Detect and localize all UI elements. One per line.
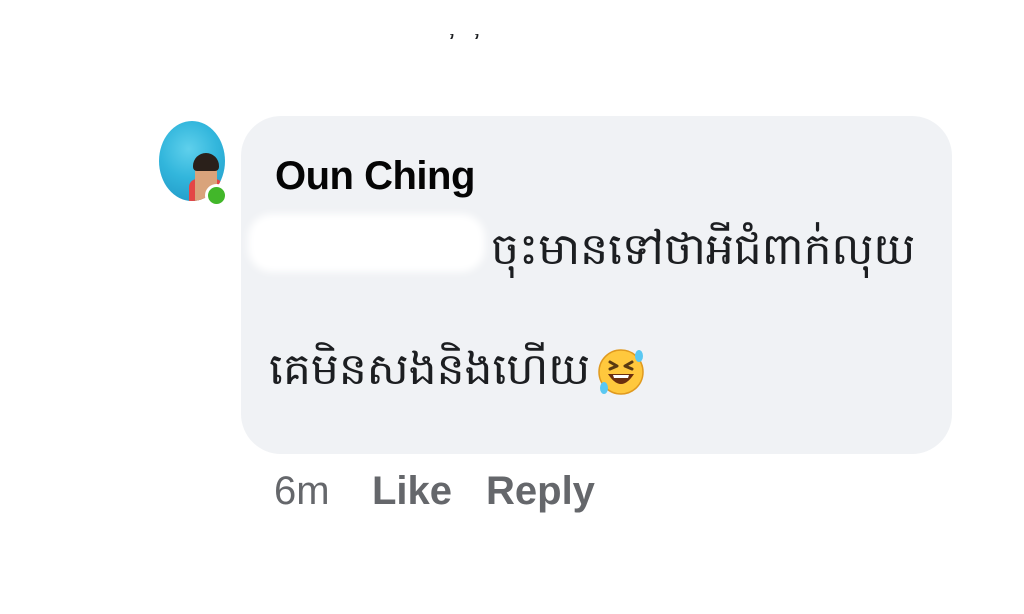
rolling-on-floor-laughing-icon (598, 349, 644, 395)
comment-text-line-1: ចុះមានទៅថាអីជំពាក់លុយ (491, 225, 916, 274)
reply-button[interactable]: Reply (486, 468, 595, 514)
avatar-hair (193, 153, 219, 171)
online-status-icon (205, 184, 228, 207)
comment-text-line-2: គេមិនសងនិងហើយ (269, 345, 591, 394)
comment-bubble: Oun Ching ចុះមានទៅថាអីជំពាក់លុយ គេមិនសងន… (241, 116, 952, 454)
avatar[interactable] (159, 121, 228, 207)
comment-timestamp[interactable]: 6m (274, 468, 330, 514)
previous-comment-fragment: ’’ (448, 34, 498, 60)
comment-thread: ’’ Oun Ching ចុះមានទៅថាអីជំពាក់លុយ គេមិន… (0, 0, 1024, 614)
comment-author[interactable]: Oun Ching (275, 154, 475, 198)
like-button[interactable]: Like (372, 468, 452, 514)
redacted-mention (248, 214, 485, 272)
